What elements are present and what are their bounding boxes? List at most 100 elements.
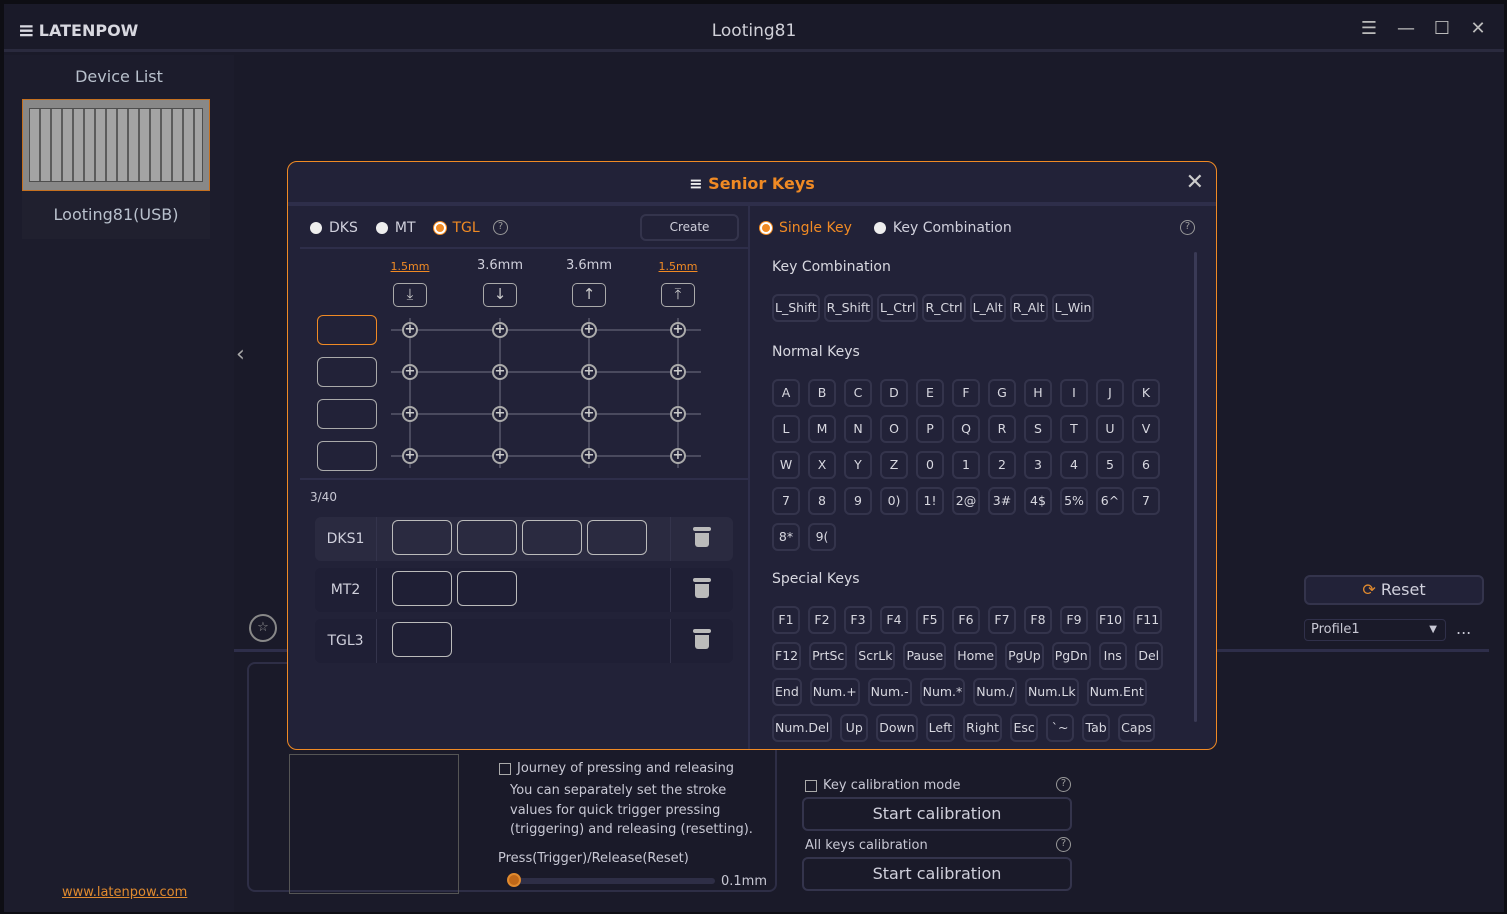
key-button[interactable]: 2 xyxy=(988,451,1016,479)
key-button[interactable]: L_Shift xyxy=(772,294,820,322)
add-action-icon[interactable]: + xyxy=(670,406,686,422)
key-button[interactable]: 8* xyxy=(772,523,800,551)
key-button[interactable]: Down xyxy=(876,714,918,742)
key-button[interactable]: F9 xyxy=(1060,606,1088,634)
scrollbar[interactable] xyxy=(1194,252,1197,722)
website-link[interactable]: www.latenpow.com xyxy=(62,885,187,900)
distance-label[interactable]: 3.6mm xyxy=(465,258,535,273)
create-button[interactable]: Create xyxy=(640,214,739,241)
minimize-icon[interactable]: — xyxy=(1394,18,1418,39)
start-calibration-button[interactable]: Start calibration xyxy=(802,797,1072,831)
trash-icon[interactable] xyxy=(693,629,711,651)
key-button[interactable]: S xyxy=(1024,415,1052,443)
key-button[interactable]: F2 xyxy=(808,606,836,634)
add-action-icon[interactable]: + xyxy=(492,448,508,464)
help-icon[interactable]: ? xyxy=(1056,837,1071,852)
add-action-icon[interactable]: + xyxy=(581,364,597,380)
key-button[interactable]: 9 xyxy=(844,487,872,515)
close-icon[interactable]: ✕ xyxy=(1466,18,1490,39)
help-icon[interactable]: ? xyxy=(1180,220,1195,235)
mode-radio-mt[interactable]: MT xyxy=(375,220,416,236)
key-button[interactable]: R_Ctrl xyxy=(922,294,966,322)
stroke-slider[interactable] xyxy=(507,873,715,887)
key-button[interactable]: Up xyxy=(840,714,869,742)
key-button[interactable]: L_Alt xyxy=(969,294,1006,322)
key-slot-input[interactable] xyxy=(317,315,377,345)
key-button[interactable]: PgUp xyxy=(1005,642,1044,670)
key-button[interactable]: R_Alt xyxy=(1009,294,1048,322)
key-button[interactable]: Num.- xyxy=(867,678,912,706)
distance-label[interactable]: 1.5mm xyxy=(375,260,445,273)
key-type-radio[interactable]: Key Combination xyxy=(873,220,1012,236)
key-button[interactable]: Right xyxy=(963,714,1003,742)
add-action-icon[interactable]: + xyxy=(402,364,418,380)
key-button[interactable]: M xyxy=(808,415,836,443)
key-slot[interactable] xyxy=(522,520,582,555)
key-button[interactable]: V xyxy=(1132,415,1160,443)
key-button[interactable]: R xyxy=(988,415,1016,443)
add-action-icon[interactable]: + xyxy=(581,322,597,338)
key-button[interactable]: `~ xyxy=(1046,714,1075,742)
add-action-icon[interactable]: + xyxy=(492,364,508,380)
key-button[interactable]: 6^ xyxy=(1096,487,1124,515)
key-slot-input[interactable] xyxy=(317,399,377,429)
key-button[interactable]: Num./ xyxy=(973,678,1017,706)
key-button[interactable]: Num.+ xyxy=(809,678,860,706)
key-button[interactable]: F12 xyxy=(772,642,802,670)
key-button[interactable]: G xyxy=(988,379,1016,407)
add-action-icon[interactable]: + xyxy=(492,322,508,338)
key-button[interactable]: F xyxy=(952,379,980,407)
add-action-icon[interactable]: + xyxy=(581,406,597,422)
key-button[interactable]: Z xyxy=(880,451,908,479)
key-button[interactable]: F1 xyxy=(772,606,800,634)
help-icon[interactable]: ? xyxy=(1056,777,1071,792)
distance-label[interactable]: 3.6mm xyxy=(554,258,624,273)
key-button[interactable]: 0 xyxy=(916,451,944,479)
key-button[interactable]: ScrLk xyxy=(855,642,896,670)
key-button[interactable]: Home xyxy=(954,642,998,670)
key-button[interactable]: K xyxy=(1132,379,1160,407)
key-button[interactable]: 7 xyxy=(1132,487,1160,515)
key-button[interactable]: D xyxy=(880,379,908,407)
key-slot[interactable] xyxy=(392,622,452,657)
add-action-icon[interactable]: + xyxy=(670,322,686,338)
key-button[interactable]: F3 xyxy=(844,606,872,634)
menu-icon[interactable]: ☰ xyxy=(1357,18,1381,39)
profile-select[interactable]: Profile1 ▼ xyxy=(1304,619,1446,641)
key-button[interactable]: X xyxy=(808,451,836,479)
key-button[interactable]: L_Ctrl xyxy=(877,294,919,322)
key-button[interactable]: C xyxy=(844,379,872,407)
add-action-icon[interactable]: + xyxy=(670,364,686,380)
key-button[interactable]: Pause xyxy=(903,642,947,670)
slider-handle[interactable] xyxy=(507,873,521,887)
device-card[interactable]: Looting81(USB) xyxy=(22,99,210,239)
calibration-mode-checkbox[interactable]: Key calibration mode xyxy=(805,778,961,793)
key-button[interactable]: E xyxy=(916,379,944,407)
key-button[interactable]: L_Win xyxy=(1051,294,1095,322)
add-action-icon[interactable]: + xyxy=(581,448,597,464)
key-button[interactable]: Q xyxy=(952,415,980,443)
key-button[interactable]: P xyxy=(916,415,944,443)
key-button[interactable]: 6 xyxy=(1132,451,1160,479)
key-button[interactable]: 8 xyxy=(808,487,836,515)
key-button[interactable]: Left xyxy=(925,714,956,742)
key-button[interactable]: Num.Del xyxy=(772,714,833,742)
key-button[interactable]: R_Shift xyxy=(823,294,873,322)
key-button[interactable]: Y xyxy=(844,451,872,479)
key-button[interactable]: PrtSc xyxy=(809,642,848,670)
start-all-calibration-button[interactable]: Start calibration xyxy=(802,857,1072,891)
key-slot[interactable] xyxy=(457,520,517,555)
key-button[interactable]: 5 xyxy=(1096,451,1124,479)
senior-key-row[interactable]: MT2 xyxy=(315,568,733,612)
key-button[interactable]: 3# xyxy=(988,487,1016,515)
key-slot[interactable] xyxy=(392,520,452,555)
key-button[interactable]: B xyxy=(808,379,836,407)
help-icon[interactable]: ? xyxy=(493,220,508,235)
key-button[interactable]: Del xyxy=(1134,642,1163,670)
trash-icon[interactable] xyxy=(693,527,711,549)
key-button[interactable]: 4 xyxy=(1060,451,1088,479)
key-button[interactable]: U xyxy=(1096,415,1124,443)
key-button[interactable]: PgDn xyxy=(1051,642,1091,670)
journey-checkbox[interactable]: Journey of pressing and releasing xyxy=(499,761,734,776)
key-slot[interactable] xyxy=(587,520,647,555)
